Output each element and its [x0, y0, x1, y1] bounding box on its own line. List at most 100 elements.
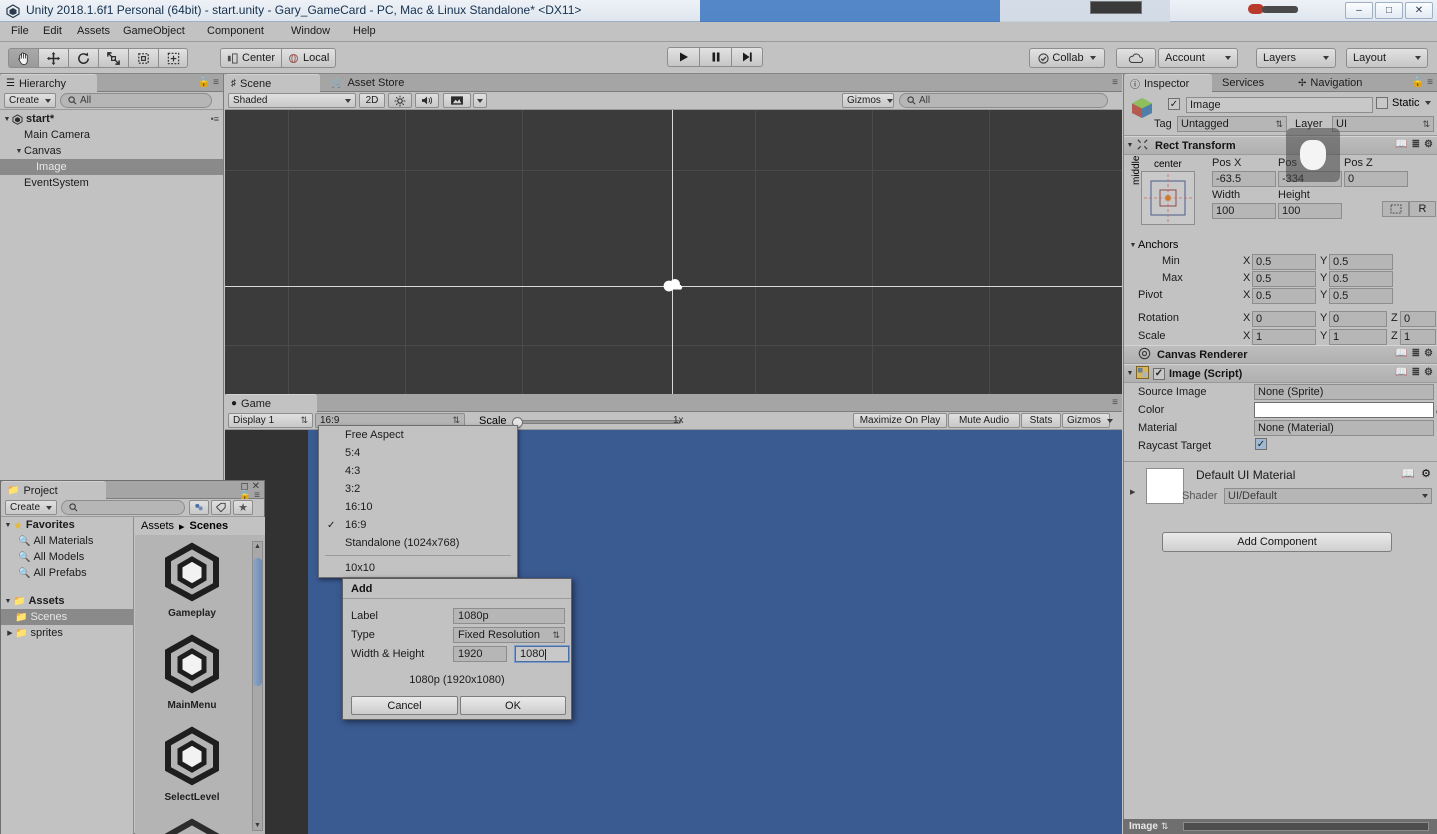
- help-icon[interactable]: 📖: [1395, 367, 1407, 378]
- material-field[interactable]: None (Material): [1254, 420, 1434, 436]
- anchor-preset-button[interactable]: [1141, 171, 1195, 225]
- add-dialog-width-input[interactable]: 1920: [453, 646, 507, 662]
- chevron-up-icon[interactable]: ▲: [254, 543, 261, 550]
- add-dialog-cancel-button[interactable]: Cancel: [351, 696, 458, 715]
- scene-fx-toggle[interactable]: [443, 93, 471, 108]
- project-tree-all-materials[interactable]: 🔍 All Materials: [1, 533, 133, 549]
- account-button[interactable]: Account: [1158, 48, 1238, 68]
- chevron-right-icon[interactable]: ▶: [5, 629, 15, 637]
- image-script-header-icons[interactable]: 📖 ≣ ⚙: [1395, 367, 1433, 378]
- hierarchy-panel-menu[interactable]: 🔒 ≡: [198, 77, 219, 88]
- anchor-max-x-input[interactable]: 0.5: [1252, 271, 1316, 287]
- menu-item-gameobject[interactable]: GameObject: [118, 25, 190, 37]
- pos-z-input[interactable]: 0: [1344, 171, 1408, 187]
- rotation-x-input[interactable]: 0: [1252, 311, 1316, 327]
- scene-search-input[interactable]: All: [899, 93, 1108, 108]
- pivot-y-input[interactable]: 0.5: [1329, 288, 1393, 304]
- tab-services[interactable]: Services: [1216, 74, 1288, 92]
- step-button[interactable]: [731, 47, 763, 67]
- aspect-menu-item-3-2[interactable]: 3:2: [319, 480, 517, 498]
- transform-tool-button[interactable]: [158, 48, 188, 68]
- source-image-field[interactable]: None (Sprite): [1254, 384, 1434, 400]
- project-favorites-button[interactable]: ★: [233, 500, 253, 515]
- play-button[interactable]: [667, 47, 699, 67]
- width-input[interactable]: 100: [1212, 203, 1276, 219]
- chevron-down-icon[interactable]: [1424, 101, 1431, 105]
- help-icon[interactable]: 📖: [1395, 348, 1407, 359]
- anchor-max-y-input[interactable]: 0.5: [1329, 271, 1393, 287]
- rect-tool-button[interactable]: [128, 48, 158, 68]
- scene-2d-toggle[interactable]: 2D: [359, 93, 385, 108]
- tab-inspector[interactable]: ⓘ Inspector: [1124, 74, 1212, 92]
- layer-dropdown[interactable]: UI ⇅: [1332, 116, 1434, 132]
- hierarchy-create-button[interactable]: Create: [4, 93, 56, 108]
- scene-viewport[interactable]: [225, 110, 1122, 394]
- chevron-down-icon[interactable]: ▼: [1124, 370, 1136, 377]
- add-dialog-ok-button[interactable]: OK: [460, 696, 566, 715]
- project-tree-sprites[interactable]: ▶ 📁 sprites: [1, 625, 133, 641]
- chevron-down-icon[interactable]: ▼: [2, 116, 12, 123]
- tab-asset-store[interactable]: 🛒 Asset Store: [325, 74, 425, 92]
- rotation-z-input[interactable]: 0: [1400, 311, 1436, 327]
- aspect-menu-item-standalone[interactable]: Standalone (1024x768): [319, 534, 517, 552]
- canvas-renderer-header-icons[interactable]: 📖 ≣ ⚙: [1395, 348, 1433, 359]
- gear-icon[interactable]: ⚙: [1424, 348, 1433, 359]
- scale-tool-button[interactable]: [98, 48, 128, 68]
- game-panel-menu[interactable]: ≡: [1112, 397, 1118, 408]
- layers-button[interactable]: Layers: [1256, 48, 1336, 68]
- canvas-renderer-header[interactable]: Canvas Renderer 📖 ≣ ⚙: [1124, 345, 1437, 364]
- scene-draw-mode-dropdown[interactable]: Shaded: [228, 93, 356, 108]
- material-gear-icon[interactable]: ⚙: [1421, 467, 1431, 480]
- game-stats-toggle[interactable]: Stats: [1021, 413, 1061, 428]
- tag-dropdown[interactable]: Untagged ⇅: [1177, 116, 1287, 132]
- project-scrollbar[interactable]: ▲ ▼: [252, 541, 263, 831]
- pivot-x-input[interactable]: 0.5: [1252, 288, 1316, 304]
- rect-transform-header-icons[interactable]: 📖 ≣ ⚙: [1395, 139, 1433, 150]
- add-component-button[interactable]: Add Component: [1162, 532, 1392, 552]
- project-tree-favorites[interactable]: ▼ ★ Favorites: [1, 517, 133, 533]
- chevron-down-icon[interactable]: ▼: [3, 598, 13, 605]
- layout-button[interactable]: Layout: [1346, 48, 1428, 68]
- add-dialog-label-input[interactable]: 1080p: [453, 608, 565, 624]
- menu-item-file[interactable]: File: [6, 25, 34, 37]
- game-scale-slider[interactable]: [512, 417, 681, 428]
- move-tool-button[interactable]: [38, 48, 68, 68]
- rotate-tool-button[interactable]: [68, 48, 98, 68]
- pivot-rotation-button[interactable]: Local: [281, 48, 337, 68]
- pause-button[interactable]: [699, 47, 731, 67]
- anchor-min-x-input[interactable]: 0.5: [1252, 254, 1316, 270]
- chevron-down-icon[interactable]: ▼: [1128, 242, 1138, 249]
- material-help-icon[interactable]: 📖: [1401, 467, 1415, 480]
- image-script-header[interactable]: ▼ ✓ Image (Script) 📖 ≣ ⚙: [1124, 364, 1437, 383]
- scale-x-input[interactable]: 1: [1252, 329, 1316, 345]
- static-checkbox[interactable]: [1376, 97, 1388, 109]
- breadcrumb-assets[interactable]: Assets: [141, 520, 174, 532]
- chevron-down-icon[interactable]: ▼: [1124, 142, 1136, 149]
- collab-button[interactable]: Collab: [1029, 48, 1105, 68]
- menu-item-assets[interactable]: Assets: [72, 25, 115, 37]
- tab-hierarchy[interactable]: ☰ Hierarchy: [0, 74, 97, 92]
- object-name-input[interactable]: Image: [1186, 97, 1373, 113]
- project-tree-scenes[interactable]: 📁 Scenes: [1, 609, 133, 625]
- rotation-y-input[interactable]: 0: [1329, 311, 1387, 327]
- project-tree-all-prefabs[interactable]: 🔍 All Prefabs: [1, 565, 133, 581]
- menu-item-edit[interactable]: Edit: [38, 25, 67, 37]
- tab-navigation[interactable]: ✢ Navigation: [1292, 74, 1392, 92]
- aspect-menu-item-free[interactable]: Free Aspect: [319, 426, 517, 444]
- object-enabled-checkbox[interactable]: ✓: [1168, 98, 1180, 110]
- chevron-right-icon[interactable]: ▶: [1130, 488, 1135, 496]
- asset-item-partial[interactable]: [137, 817, 247, 834]
- gear-icon[interactable]: ⚙: [1424, 367, 1433, 378]
- aspect-menu-item-16-10[interactable]: 16:10: [319, 498, 517, 516]
- project-tree-assets[interactable]: ▼ 📁 Assets: [1, 593, 133, 609]
- chevron-down-icon[interactable]: ▼: [254, 822, 261, 829]
- asset-item-selectlevel[interactable]: SelectLevel: [137, 725, 247, 803]
- image-enabled-checkbox[interactable]: ✓: [1153, 367, 1165, 380]
- scene-audio-toggle[interactable]: [415, 93, 439, 108]
- project-create-button[interactable]: Create: [5, 500, 57, 515]
- aspect-menu-item-4-3[interactable]: 4:3: [319, 462, 517, 480]
- preset-icon[interactable]: ≣: [1412, 139, 1420, 150]
- hierarchy-scene-menu-icon[interactable]: •≡: [211, 114, 219, 124]
- close-button[interactable]: ✕: [1405, 2, 1433, 19]
- asset-item-mainmenu[interactable]: MainMenu: [137, 633, 247, 711]
